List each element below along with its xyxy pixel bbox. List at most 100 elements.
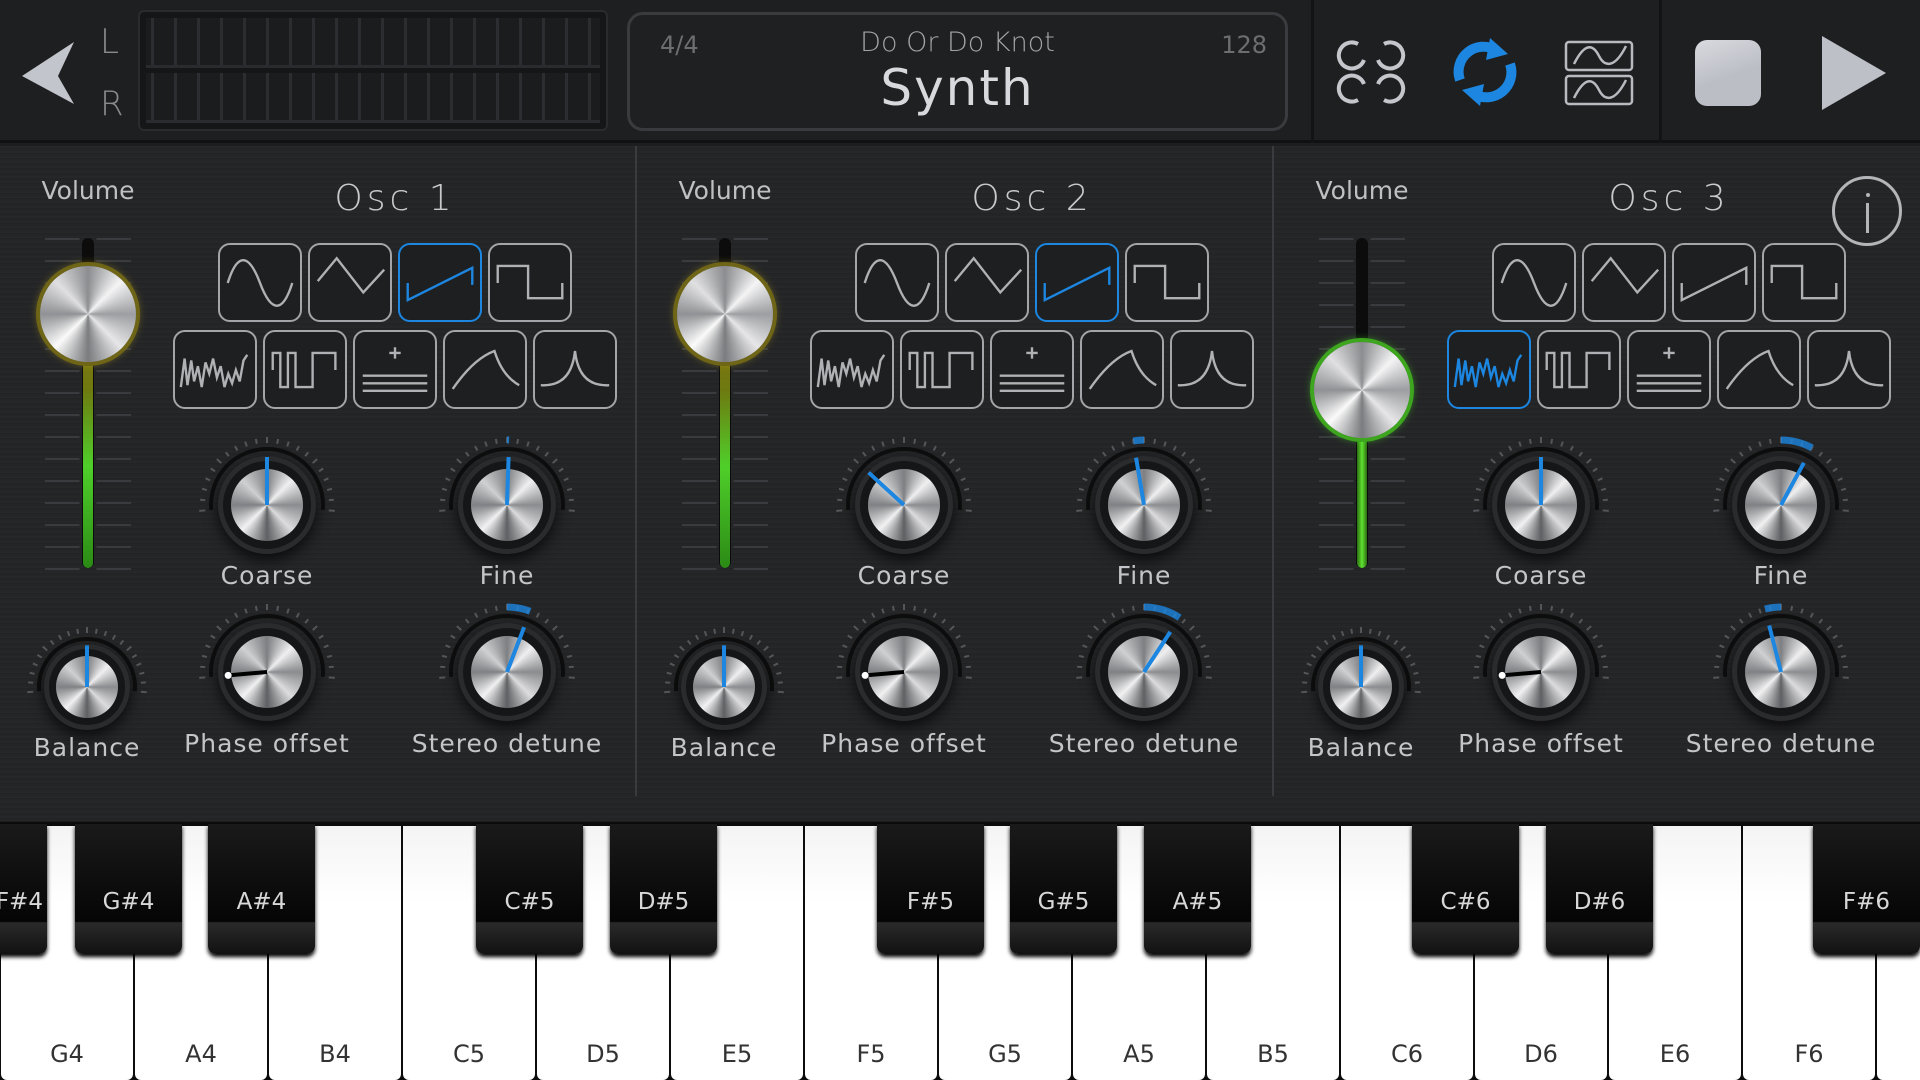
additive-wave-icon [1636,347,1702,393]
waveform-additive-button[interactable] [1627,330,1711,409]
volume-slider[interactable] [1314,238,1410,570]
volume-slider-handle[interactable] [1314,341,1410,438]
waveform-square-button[interactable] [1125,243,1209,322]
sine-wave-icon [226,259,294,307]
balance-knob[interactable] [23,623,151,751]
volume-slider-handle[interactable] [677,265,773,362]
waveform-sawtooth-button[interactable] [398,243,482,322]
waveform-square-button[interactable] [488,243,572,322]
waveform-attack-decay-button[interactable] [1080,330,1164,409]
knob-pointer [265,457,269,505]
level-meter [138,10,608,131]
fine-knob[interactable] [1709,433,1853,577]
key-label: A#5 [1172,889,1223,915]
waveform-additive-button[interactable] [990,330,1074,409]
waveform-pulse-button[interactable] [263,330,347,409]
back-arrow-icon[interactable] [18,40,78,108]
knob-pointer [85,645,89,687]
stereo-detune-knob[interactable] [1709,600,1853,744]
volume-slider[interactable] [40,238,136,570]
waveform-peak-button[interactable] [533,330,617,409]
waveform-sine-button[interactable] [1492,243,1576,322]
waveform-attack-decay-button[interactable] [443,330,527,409]
coarse-knob[interactable] [832,433,976,577]
coarse-knob[interactable] [195,433,339,577]
balance-label: Balance [1307,733,1415,762]
waveform-sawtooth-button[interactable] [1672,243,1756,322]
volume-slider-handle[interactable] [40,265,136,362]
black-key[interactable]: D#6 [1546,824,1653,954]
key-label: F#4 [0,889,43,915]
osc-panel-2: Volume Osc 2 Coarse Fine Balance Phase offs… [637,146,1274,821]
waveform-pulse-button[interactable] [1537,330,1621,409]
black-key[interactable]: C#5 [476,824,583,954]
track-info-display[interactable]: 4/4 Do Or Do Knot Synth 128 [627,12,1288,131]
black-key[interactable]: F#4 [0,824,47,954]
info-icon-stem [1866,203,1869,233]
black-key[interactable]: F#6 [1813,824,1920,954]
slider-tick [682,568,768,570]
key-label: G#4 [102,889,155,915]
waveform-sine-button[interactable] [218,243,302,322]
waveform-triangle-button[interactable] [945,243,1029,322]
key-label: D5 [586,1040,620,1068]
fine-knob[interactable] [1072,433,1216,577]
sawtooth-wave-icon [1680,265,1748,302]
sync-icon[interactable] [1450,36,1520,108]
black-key[interactable]: G#4 [75,824,182,954]
waveform-triangle-button[interactable] [308,243,392,322]
play-button[interactable] [1820,36,1888,110]
sine-wave-icon [1500,259,1568,307]
phase-offset-label: Phase offset [821,729,987,758]
stop-button[interactable] [1695,40,1761,106]
black-key[interactable]: D#5 [610,824,717,954]
knob-pointer [1779,461,1806,506]
waveform-noise-button[interactable] [1447,330,1531,409]
fine-knob[interactable] [435,433,579,577]
waveform-attack-decay-button[interactable] [1717,330,1801,409]
noise-wave-icon [816,354,886,388]
key-label: C5 [452,1040,486,1068]
waveform-sine-button[interactable] [855,243,939,322]
waveform-peak-button[interactable] [1807,330,1891,409]
phase-offset-knob[interactable] [1469,600,1613,744]
info-button[interactable] [1832,176,1902,246]
phase-offset-knob[interactable] [832,600,976,744]
osc-title: Osc 1 [334,178,456,219]
black-key[interactable]: A#5 [1144,824,1251,954]
stereo-detune-knob[interactable] [1072,600,1216,744]
stereo-detune-label: Stereo detune [411,729,603,758]
key-label: E6 [1659,1040,1691,1068]
stereo-detune-knob[interactable] [435,600,579,744]
black-key[interactable]: F#5 [877,824,984,954]
square-wave-icon [1770,264,1838,300]
volume-slider[interactable] [677,238,773,570]
waveform-peak-button[interactable] [1170,330,1254,409]
waveform-square-button[interactable] [1762,243,1846,322]
waveform-pulse-button[interactable] [900,330,984,409]
slider-tick [45,568,131,570]
waveform-noise-button[interactable] [810,330,894,409]
waveform-sawtooth-button[interactable] [1035,243,1119,322]
balance-knob[interactable] [660,623,788,751]
black-key[interactable]: C#6 [1412,824,1519,954]
phase-offset-label: Phase offset [1458,729,1624,758]
tempo: 128 [1221,31,1267,59]
fine-label: Fine [1753,561,1809,590]
loop-options-icon[interactable] [1336,36,1406,108]
balance-knob[interactable] [1297,623,1425,751]
square-wave-icon [1133,264,1201,300]
dual-wave-icon[interactable] [1564,40,1634,106]
sawtooth-wave-icon [406,265,474,302]
coarse-label: Coarse [857,561,951,590]
key-label: C6 [1390,1040,1424,1068]
black-key[interactable]: A#4 [208,824,315,954]
key-label: G4 [50,1040,84,1068]
phase-offset-knob[interactable] [195,600,339,744]
waveform-triangle-button[interactable] [1582,243,1666,322]
black-key[interactable]: G#5 [1010,824,1117,954]
song-title: Do Or Do Knot [860,27,1055,58]
coarse-knob[interactable] [1469,433,1613,577]
waveform-noise-button[interactable] [173,330,257,409]
waveform-additive-button[interactable] [353,330,437,409]
